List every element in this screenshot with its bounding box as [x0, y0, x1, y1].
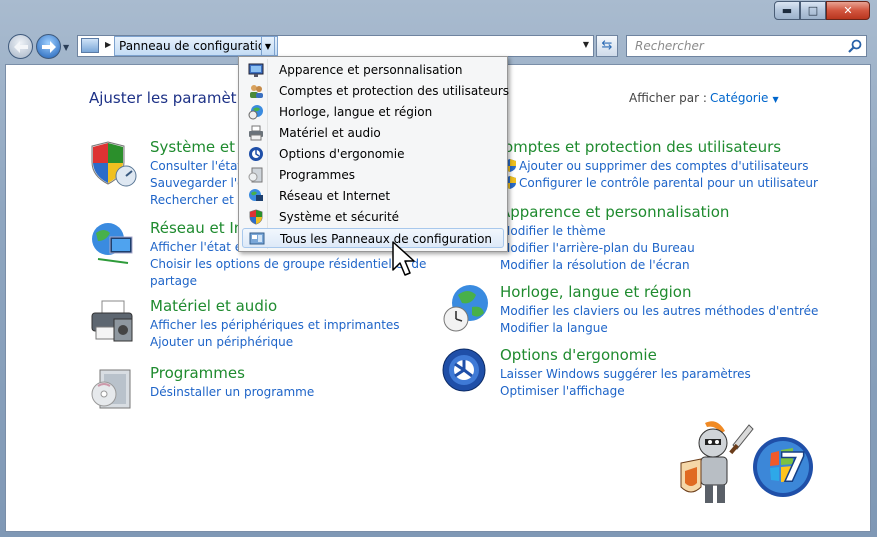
address-history-dropdown[interactable]: ▼: [583, 40, 589, 49]
category-link[interactable]: Modifier le thème: [500, 223, 695, 240]
menu-item-label: Comptes et protection des utilisateurs: [279, 84, 510, 98]
windows-7-knight-logo: 7: [680, 421, 813, 503]
menu-item-appearance[interactable]: Apparence et personnalisation: [242, 60, 504, 80]
clock-globe-icon[interactable]: [442, 283, 492, 333]
ease-of-access-icon[interactable]: [442, 346, 492, 396]
menu-item-clock-language-region[interactable]: Horloge, langue et région: [242, 102, 504, 122]
shield-icon: [249, 209, 263, 225]
refresh-icon: ⇆: [601, 38, 613, 53]
svg-text:7: 7: [779, 445, 807, 491]
category-title[interactable]: Matériel et audio: [150, 297, 277, 315]
maximize-button[interactable]: □: [800, 1, 826, 20]
back-button[interactable]: [8, 34, 33, 59]
category-link[interactable]: Ajouter ou supprimer des comptes d'utili…: [504, 158, 818, 175]
appearance-icon: [248, 63, 264, 77]
forward-button[interactable]: [36, 34, 61, 59]
menu-item-all-control-panel-items[interactable]: Tous les Panneaux de configuration: [242, 228, 504, 248]
window-controls: ▬ □ ✕: [774, 1, 870, 20]
category-link[interactable]: Modifier l'arrière-plan du Bureau: [500, 240, 695, 257]
network-globe-icon: [249, 189, 263, 201]
category-link[interactable]: partage: [150, 273, 426, 290]
category-link[interactable]: Modifier les claviers ou les autres méth…: [500, 303, 818, 320]
category-title[interactable]: Apparence et personnalisation: [500, 203, 729, 221]
ease-of-access-icon: [249, 147, 263, 161]
close-button[interactable]: ✕: [826, 1, 870, 20]
category-title[interactable]: Réseau et Int: [150, 219, 249, 237]
network-globe-icon[interactable]: [88, 219, 138, 269]
minimize-button[interactable]: ▬: [774, 1, 800, 20]
refresh-button[interactable]: ⇆: [596, 35, 618, 57]
menu-item-label: Options d'ergonomie: [279, 147, 405, 161]
view-by-label: Afficher par :: [629, 91, 707, 105]
breadcrumb-separator-icon[interactable]: ▶: [105, 40, 111, 49]
address-bar[interactable]: ▶ Panneau de configuration ▼ ▼: [77, 35, 594, 57]
category-link[interactable]: Afficher les périphériques et imprimante…: [150, 317, 400, 334]
window-frame: ▬ □ ✕ ▼ ▶ Panneau de configuration ▼ ▼ ⇆…: [0, 0, 877, 537]
programs-box-icon[interactable]: [88, 364, 138, 414]
search-placeholder: Rechercher: [635, 39, 704, 53]
menu-item-programs[interactable]: Programmes: [242, 165, 504, 185]
menu-item-label: Réseau et Internet: [279, 189, 391, 203]
programs-box-icon: [248, 167, 263, 183]
users-icon: [250, 85, 263, 98]
clock-globe-icon: [248, 105, 263, 120]
breadcrumb-dropdown-menu: Apparence et personnalisation Comptes et…: [238, 56, 509, 252]
recent-pages-dropdown[interactable]: ▼: [63, 43, 69, 52]
printer-icon: [249, 125, 263, 141]
forward-arrow-icon: [41, 40, 56, 53]
view-by-value: Catégorie: [710, 91, 769, 105]
breadcrumb-dropdown-button[interactable]: ▼: [261, 36, 275, 56]
category-link[interactable]: Configurer le contrôle parental pour un …: [504, 175, 818, 192]
category-link[interactable]: Choisir les options de groupe résidentie…: [150, 256, 426, 273]
category-link[interactable]: Ajouter un périphérique: [150, 334, 400, 351]
printer-icon[interactable]: [88, 297, 138, 347]
chevron-down-icon: ▼: [772, 95, 779, 104]
category-link[interactable]: Désinstaller un programme: [150, 384, 314, 401]
menu-item-label: Programmes: [279, 168, 355, 182]
menu-item-label: Apparence et personnalisation: [279, 63, 463, 77]
breadcrumb-control-panel[interactable]: Panneau de configuration: [114, 36, 278, 56]
category-title[interactable]: omptes et protection des utilisateurs: [504, 138, 781, 156]
shield-icon[interactable]: [88, 138, 138, 188]
menu-item-network-internet[interactable]: Réseau et Internet: [242, 186, 504, 206]
category-title[interactable]: Horloge, langue et région: [500, 283, 691, 301]
category-link[interactable]: Modifier la langue: [500, 320, 818, 337]
menu-item-label: Tous les Panneaux de configuration: [280, 232, 493, 246]
menu-item-ease-of-access[interactable]: Options d'ergonomie: [242, 144, 504, 164]
menu-item-label: Matériel et audio: [279, 126, 381, 140]
menu-item-label: Horloge, langue et région: [279, 105, 433, 119]
menu-item-hardware-sound[interactable]: Matériel et audio: [242, 123, 504, 143]
category-link-label: Configurer le contrôle parental pour un …: [519, 176, 818, 190]
title-bar: ▬ □ ✕: [0, 0, 877, 28]
category-title[interactable]: Programmes: [150, 364, 245, 382]
page-title: Ajuster les paramètres: [89, 89, 260, 107]
control-panel-icon: [81, 38, 99, 53]
menu-item-system-security[interactable]: Système et sécurité: [242, 207, 504, 227]
search-icon[interactable]: [848, 39, 862, 53]
category-link[interactable]: Optimiser l'affichage: [500, 383, 751, 400]
category-title[interactable]: Options d'ergonomie: [500, 346, 657, 364]
category-link-label: Ajouter ou supprimer des comptes d'utili…: [519, 159, 809, 173]
mouse-cursor-icon: [392, 241, 415, 276]
menu-item-user-accounts[interactable]: Comptes et protection des utilisateurs: [242, 81, 509, 101]
category-link[interactable]: Laisser Windows suggérer les paramètres: [500, 366, 751, 383]
category-link[interactable]: Modifier la résolution de l'écran: [500, 257, 695, 274]
menu-item-label: Système et sécurité: [279, 210, 400, 224]
search-input[interactable]: Rechercher: [626, 35, 867, 57]
back-arrow-icon: [13, 40, 28, 53]
view-by-dropdown[interactable]: Catégorie ▼: [710, 91, 779, 105]
control-panel-icon: [249, 232, 265, 245]
